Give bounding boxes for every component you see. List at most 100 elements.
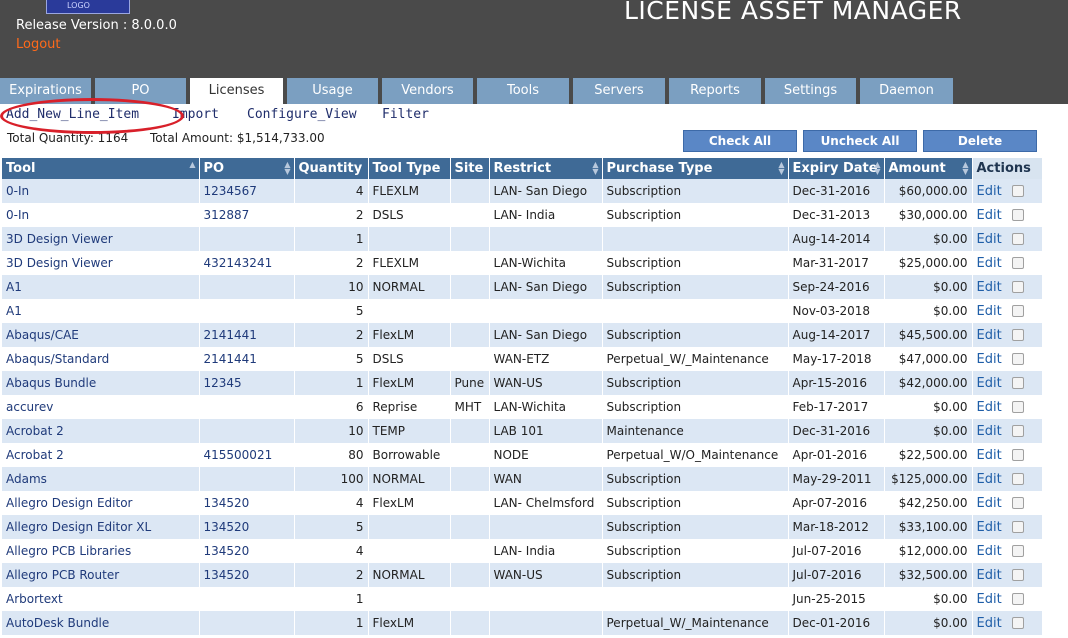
edit-link[interactable]: Edit: [977, 256, 1002, 271]
tab-settings[interactable]: Settings: [765, 78, 856, 104]
uncheck-all-button[interactable]: Uncheck All: [803, 130, 917, 152]
expiry-date-cell: Apr-07-2016: [788, 491, 885, 515]
row-select-checkbox[interactable]: [1011, 473, 1024, 485]
purchase-type-cell: [602, 227, 789, 251]
column-header-amount[interactable]: Amount ▲ ▼: [884, 158, 973, 179]
row-select-checkbox[interactable]: [1011, 569, 1024, 581]
tab-tools[interactable]: Tools: [477, 78, 569, 104]
row-select-checkbox[interactable]: [1011, 497, 1024, 509]
row-select-checkbox[interactable]: [1011, 545, 1024, 557]
row-select-checkbox[interactable]: [1011, 593, 1024, 605]
row-select-checkbox[interactable]: [1011, 329, 1024, 341]
amount-cell: $30,000.00: [884, 203, 973, 227]
restrict-cell: LAN- San Diego: [489, 275, 603, 299]
column-header-tool-type[interactable]: Tool Type: [368, 158, 451, 179]
column-header-expiry-date[interactable]: Expiry Date ▲ ▼: [788, 158, 885, 179]
row-select-checkbox[interactable]: [1011, 281, 1024, 293]
po-cell: 12345: [199, 371, 295, 395]
column-header-po[interactable]: PO ▲ ▼: [199, 158, 295, 179]
column-header-quantity[interactable]: Quantity: [294, 158, 369, 179]
expiry-date-cell: Mar-18-2012: [788, 515, 885, 539]
row-select-checkbox[interactable]: [1011, 185, 1024, 197]
site-cell: MHT: [450, 395, 490, 419]
table-header-row: Tool ▲ PO ▲ ▼ Quantity Tool Type Site Restr…: [2, 158, 1043, 179]
tab-licenses[interactable]: Licenses: [190, 78, 283, 104]
purchase-type-cell: Subscription: [602, 203, 789, 227]
actions-cell: Edit: [972, 539, 1043, 563]
configure-view-link[interactable]: Configure_View: [247, 107, 357, 122]
row-select-checkbox[interactable]: [1011, 353, 1024, 365]
row-select-checkbox[interactable]: [1011, 617, 1024, 629]
amount-cell: $0.00: [884, 227, 973, 251]
po-cell: 134520: [199, 491, 295, 515]
edit-link[interactable]: Edit: [977, 232, 1002, 247]
tool-cell: A1: [2, 299, 200, 323]
tab-reports[interactable]: Reports: [669, 78, 761, 104]
row-select-checkbox[interactable]: [1011, 449, 1024, 461]
row-select-checkbox[interactable]: [1011, 233, 1024, 245]
quantity-cell: 2: [294, 563, 369, 587]
check-all-button[interactable]: Check All: [683, 130, 797, 152]
column-header-tool[interactable]: Tool ▲: [2, 158, 200, 179]
expiry-date-cell: Apr-01-2016: [788, 443, 885, 467]
filter-link[interactable]: Filter: [382, 107, 429, 122]
edit-link[interactable]: Edit: [977, 304, 1002, 319]
edit-link[interactable]: Edit: [977, 328, 1002, 343]
row-select-checkbox[interactable]: [1011, 521, 1024, 533]
logout-link[interactable]: Logout: [16, 37, 61, 52]
tab-servers[interactable]: Servers: [573, 78, 665, 104]
quantity-cell: 1: [294, 611, 369, 635]
table-row: Arbortext 1 Jun-25-2015 $0.00 Edit: [2, 587, 1043, 611]
tool-cell: Abaqus Bundle: [2, 371, 200, 395]
column-header-purchase-type[interactable]: Purchase Type ▲ ▼: [602, 158, 789, 179]
row-select-checkbox[interactable]: [1011, 209, 1024, 221]
tool-type-cell: Borrowable: [368, 443, 451, 467]
logo-text: LOGO: [67, 1, 90, 10]
edit-link[interactable]: Edit: [977, 184, 1002, 199]
edit-link[interactable]: Edit: [977, 520, 1002, 535]
table-row: 0-In 312887 2 DSLS LAN- India Subscription Dec…: [2, 203, 1043, 227]
row-select-checkbox[interactable]: [1011, 425, 1024, 437]
edit-link[interactable]: Edit: [977, 400, 1002, 415]
actions-cell: Edit: [972, 515, 1043, 539]
edit-link[interactable]: Edit: [977, 424, 1002, 439]
column-header-site[interactable]: Site: [450, 158, 490, 179]
purchase-type-cell: Subscription: [602, 323, 789, 347]
po-cell: [199, 467, 295, 491]
quantity-cell: 2: [294, 251, 369, 275]
tab-usage[interactable]: Usage: [287, 78, 378, 104]
site-cell: [450, 323, 490, 347]
tool-cell: 3D Design Viewer: [2, 227, 200, 251]
tool-type-cell: NORMAL: [368, 563, 451, 587]
edit-link[interactable]: Edit: [977, 208, 1002, 223]
row-select-checkbox[interactable]: [1011, 377, 1024, 389]
edit-link[interactable]: Edit: [977, 568, 1002, 583]
edit-link[interactable]: Edit: [977, 496, 1002, 511]
site-cell: [450, 491, 490, 515]
amount-cell: $45,500.00: [884, 323, 973, 347]
table-row: Acrobat 2 10 TEMP LAB 101 Maintenance Dec-31-…: [2, 419, 1043, 443]
table-row: 3D Design Viewer 432143241 2 FLEXLM LAN-Wich…: [2, 251, 1043, 275]
edit-link[interactable]: Edit: [977, 472, 1002, 487]
edit-link[interactable]: Edit: [977, 280, 1002, 295]
tool-cell: 0-In: [2, 179, 200, 203]
edit-link[interactable]: Edit: [977, 544, 1002, 559]
quantity-cell: 1: [294, 587, 369, 611]
edit-link[interactable]: Edit: [977, 376, 1002, 391]
edit-link[interactable]: Edit: [977, 616, 1002, 631]
tab-vendors[interactable]: Vendors: [382, 78, 473, 104]
tab-daemon[interactable]: Daemon: [860, 78, 953, 104]
edit-link[interactable]: Edit: [977, 352, 1002, 367]
edit-link[interactable]: Edit: [977, 592, 1002, 607]
edit-link[interactable]: Edit: [977, 448, 1002, 463]
row-select-checkbox[interactable]: [1011, 401, 1024, 413]
row-select-checkbox[interactable]: [1011, 257, 1024, 269]
delete-button[interactable]: Delete: [923, 130, 1037, 152]
actions-cell: Edit: [972, 395, 1043, 419]
column-header-restrict[interactable]: Restrict ▲ ▼: [489, 158, 603, 179]
purchase-type-cell: Subscription: [602, 371, 789, 395]
amount-cell: $42,250.00: [884, 491, 973, 515]
quantity-cell: 4: [294, 491, 369, 515]
quantity-cell: 1: [294, 371, 369, 395]
row-select-checkbox[interactable]: [1011, 305, 1024, 317]
